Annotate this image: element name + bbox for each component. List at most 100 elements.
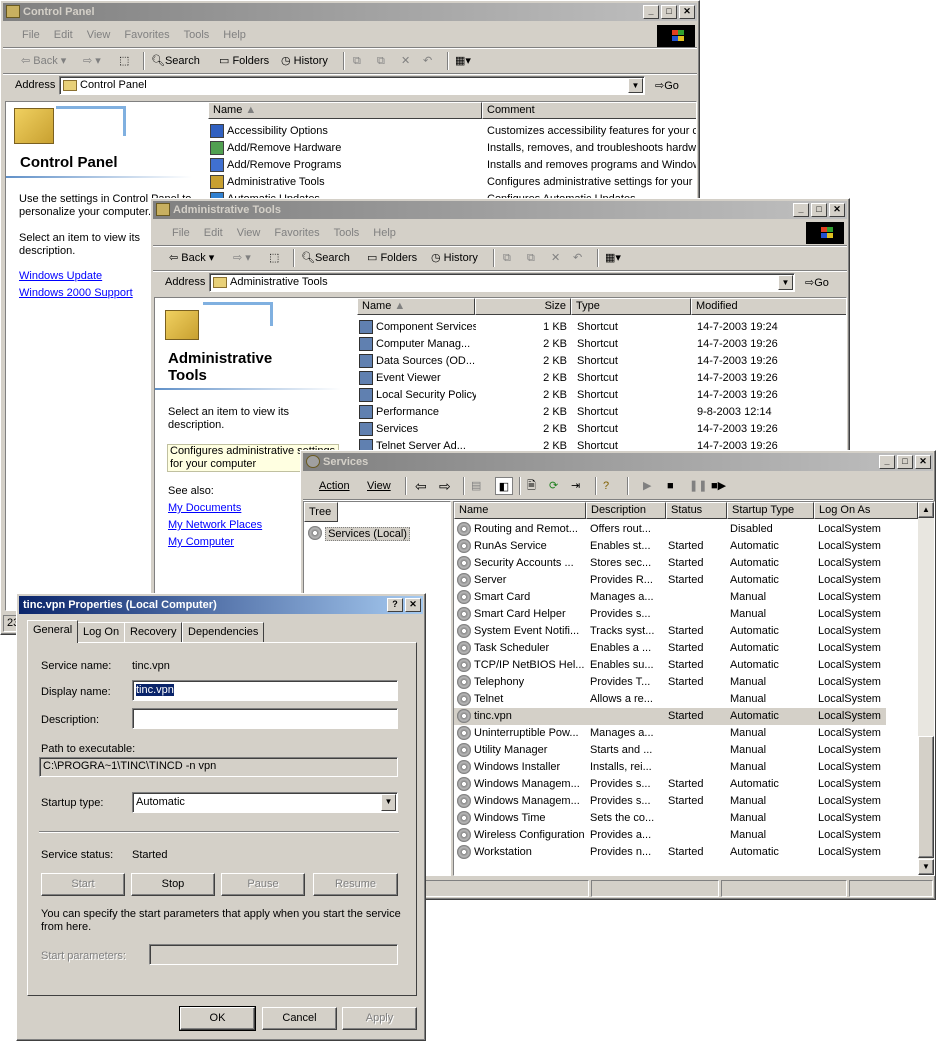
- menu-help[interactable]: Help: [216, 25, 253, 45]
- close-button[interactable]: ✕: [829, 203, 845, 217]
- folders-button[interactable]: ▭ Folders: [367, 249, 417, 267]
- list-item[interactable]: Component Services 1 KB Shortcut 14-7-2003 …: [357, 319, 846, 336]
- folders-button[interactable]: ▭ Folders: [219, 52, 269, 70]
- service-row[interactable]: Security Accounts ... Stores sec... Starte…: [454, 555, 886, 572]
- ok-button[interactable]: OK: [179, 1006, 256, 1031]
- maximize-button[interactable]: □: [661, 5, 677, 19]
- menu-help[interactable]: Help: [366, 223, 403, 243]
- list-item[interactable]: Add/Remove Hardware Installs, removes, an…: [208, 140, 696, 157]
- windows-2000-support-link[interactable]: Windows 2000 Support: [19, 287, 133, 299]
- service-row[interactable]: Telephony Provides T... Started Manual Local…: [454, 674, 886, 691]
- service-row[interactable]: Uninterruptible Pow... Manages a... Manual…: [454, 725, 886, 742]
- tab-dependencies[interactable]: Dependencies: [182, 622, 265, 642]
- copy-to-icon[interactable]: ⧉: [527, 249, 535, 267]
- back-arrow-icon[interactable]: ⇦: [415, 477, 427, 495]
- service-row[interactable]: Telnet Allows a re... Manual LocalSystem: [454, 691, 886, 708]
- refresh-icon[interactable]: ⟳: [549, 477, 558, 495]
- apply-button[interactable]: Apply: [342, 1007, 417, 1030]
- menu-edit[interactable]: Edit: [197, 223, 230, 243]
- service-row[interactable]: Task Scheduler Enables a ... Started Automa…: [454, 640, 886, 657]
- service-row[interactable]: Smart Card Manages a... Manual LocalSystem: [454, 589, 886, 606]
- delete-icon[interactable]: ✕: [551, 249, 560, 267]
- windows-update-link[interactable]: Windows Update: [19, 270, 102, 282]
- restart-service-icon[interactable]: ■▶: [711, 477, 726, 495]
- cancel-button[interactable]: Cancel: [262, 1007, 337, 1030]
- column-header-name[interactable]: Name: [454, 502, 586, 519]
- export-list-icon[interactable]: ⇥: [571, 477, 580, 495]
- column-header-size[interactable]: Size: [475, 298, 571, 315]
- history-button[interactable]: ◷ History: [281, 52, 328, 70]
- close-button[interactable]: ✕: [405, 598, 421, 612]
- minimize-button[interactable]: _: [793, 203, 809, 217]
- forward-button[interactable]: ⇨ ▾: [233, 249, 251, 267]
- vertical-scrollbar[interactable]: ▲ ▼: [918, 502, 934, 875]
- address-dropdown[interactable]: ▼: [628, 78, 643, 93]
- my-network-places-link[interactable]: My Network Places: [168, 519, 262, 531]
- show-hide-tree-icon[interactable]: ◧: [495, 477, 513, 495]
- column-header-description[interactable]: Description: [586, 502, 666, 519]
- go-button[interactable]: ⇨Go: [805, 274, 829, 292]
- help-icon[interactable]: ?: [603, 477, 609, 495]
- copy-to-icon[interactable]: ⧉: [377, 52, 385, 70]
- start-button[interactable]: Start: [41, 873, 125, 896]
- forward-button[interactable]: ⇨ ▾: [83, 52, 101, 70]
- tree-item-services-local[interactable]: Services (Local): [308, 526, 410, 542]
- menu-view[interactable]: View: [230, 223, 268, 243]
- up-folder-icon[interactable]: ▤: [471, 477, 481, 495]
- column-header-startup-type[interactable]: Startup Type: [727, 502, 814, 519]
- description-field[interactable]: [132, 708, 398, 729]
- menu-file[interactable]: File: [15, 25, 47, 45]
- service-row[interactable]: Smart Card Helper Provides s... Manual Loca…: [454, 606, 886, 623]
- list-item[interactable]: Event Viewer 2 KB Shortcut 14-7-2003 19:26: [357, 370, 846, 387]
- go-button[interactable]: ⇨Go: [655, 77, 679, 95]
- display-name-field[interactable]: tinc.vpn: [132, 680, 398, 701]
- maximize-button[interactable]: □: [897, 455, 913, 469]
- service-row[interactable]: System Event Notifi... Tracks syst... Star…: [454, 623, 886, 640]
- service-row[interactable]: Routing and Remot... Offers rout... Disabl…: [454, 521, 886, 538]
- service-row[interactable]: Windows Installer Installs, rei... Manual L…: [454, 759, 886, 776]
- list-item[interactable]: Local Security Policy 2 KB Shortcut 14-7-20…: [357, 387, 846, 404]
- menu-edit[interactable]: Edit: [47, 25, 80, 45]
- forward-arrow-icon[interactable]: ⇨: [439, 477, 451, 495]
- properties-icon[interactable]: 🗎: [527, 477, 536, 495]
- service-row[interactable]: Server Provides R... Started Automatic Local…: [454, 572, 886, 589]
- views-icon[interactable]: ▦▾: [605, 249, 621, 267]
- scroll-down-button[interactable]: ▼: [918, 859, 934, 875]
- column-header-name[interactable]: Name ▲: [357, 298, 475, 315]
- menu-favorites[interactable]: Favorites: [267, 223, 326, 243]
- move-to-icon[interactable]: ⧉: [503, 249, 511, 267]
- chevron-down-icon[interactable]: ▼: [381, 794, 396, 811]
- undo-icon[interactable]: ↶: [573, 249, 582, 267]
- minimize-button[interactable]: _: [643, 5, 659, 19]
- back-button[interactable]: ⇦ Back ▾: [21, 52, 66, 70]
- startup-type-select[interactable]: Automatic ▼: [132, 792, 398, 813]
- scroll-up-button[interactable]: ▲: [918, 502, 934, 518]
- service-row[interactable]: tinc.vpn Started Automatic LocalSystem: [454, 708, 886, 725]
- service-row[interactable]: Wireless Configuration Provides a... Manua…: [454, 827, 886, 844]
- tab-general[interactable]: General: [27, 620, 79, 643]
- view-menu[interactable]: View: [367, 477, 391, 495]
- delete-icon[interactable]: ✕: [401, 52, 410, 70]
- menu-favorites[interactable]: Favorites: [117, 25, 176, 45]
- action-menu[interactable]: Action: [319, 477, 350, 495]
- column-header-status[interactable]: Status: [666, 502, 727, 519]
- search-button[interactable]: 🔍︎Search: [301, 249, 350, 267]
- move-to-icon[interactable]: ⧉: [353, 52, 361, 70]
- list-item[interactable]: Performance 2 KB Shortcut 9-8-2003 12:14: [357, 404, 846, 421]
- list-item[interactable]: Accessibility Options Customizes accessib…: [208, 123, 696, 140]
- column-header-modified[interactable]: Modified: [691, 298, 846, 315]
- control-panel-titlebar[interactable]: Control Panel _ □ ✕: [3, 3, 697, 21]
- stop-button[interactable]: Stop: [131, 873, 215, 896]
- address-dropdown[interactable]: ▼: [778, 275, 793, 290]
- pause-button[interactable]: Pause: [221, 873, 305, 896]
- administrative-tools-titlebar[interactable]: Administrative Tools _ □ ✕: [153, 201, 847, 219]
- tab-log-on[interactable]: Log On: [77, 622, 126, 642]
- minimize-button[interactable]: _: [879, 455, 895, 469]
- close-button[interactable]: ✕: [679, 5, 695, 19]
- undo-icon[interactable]: ↶: [423, 52, 432, 70]
- views-icon[interactable]: ▦▾: [455, 52, 471, 70]
- column-header-type[interactable]: Type: [571, 298, 691, 315]
- tree-tab[interactable]: Tree: [304, 502, 338, 522]
- list-item[interactable]: Add/Remove Programs Installs and removes …: [208, 157, 696, 174]
- address-input[interactable]: Administrative Tools ▼: [209, 273, 795, 292]
